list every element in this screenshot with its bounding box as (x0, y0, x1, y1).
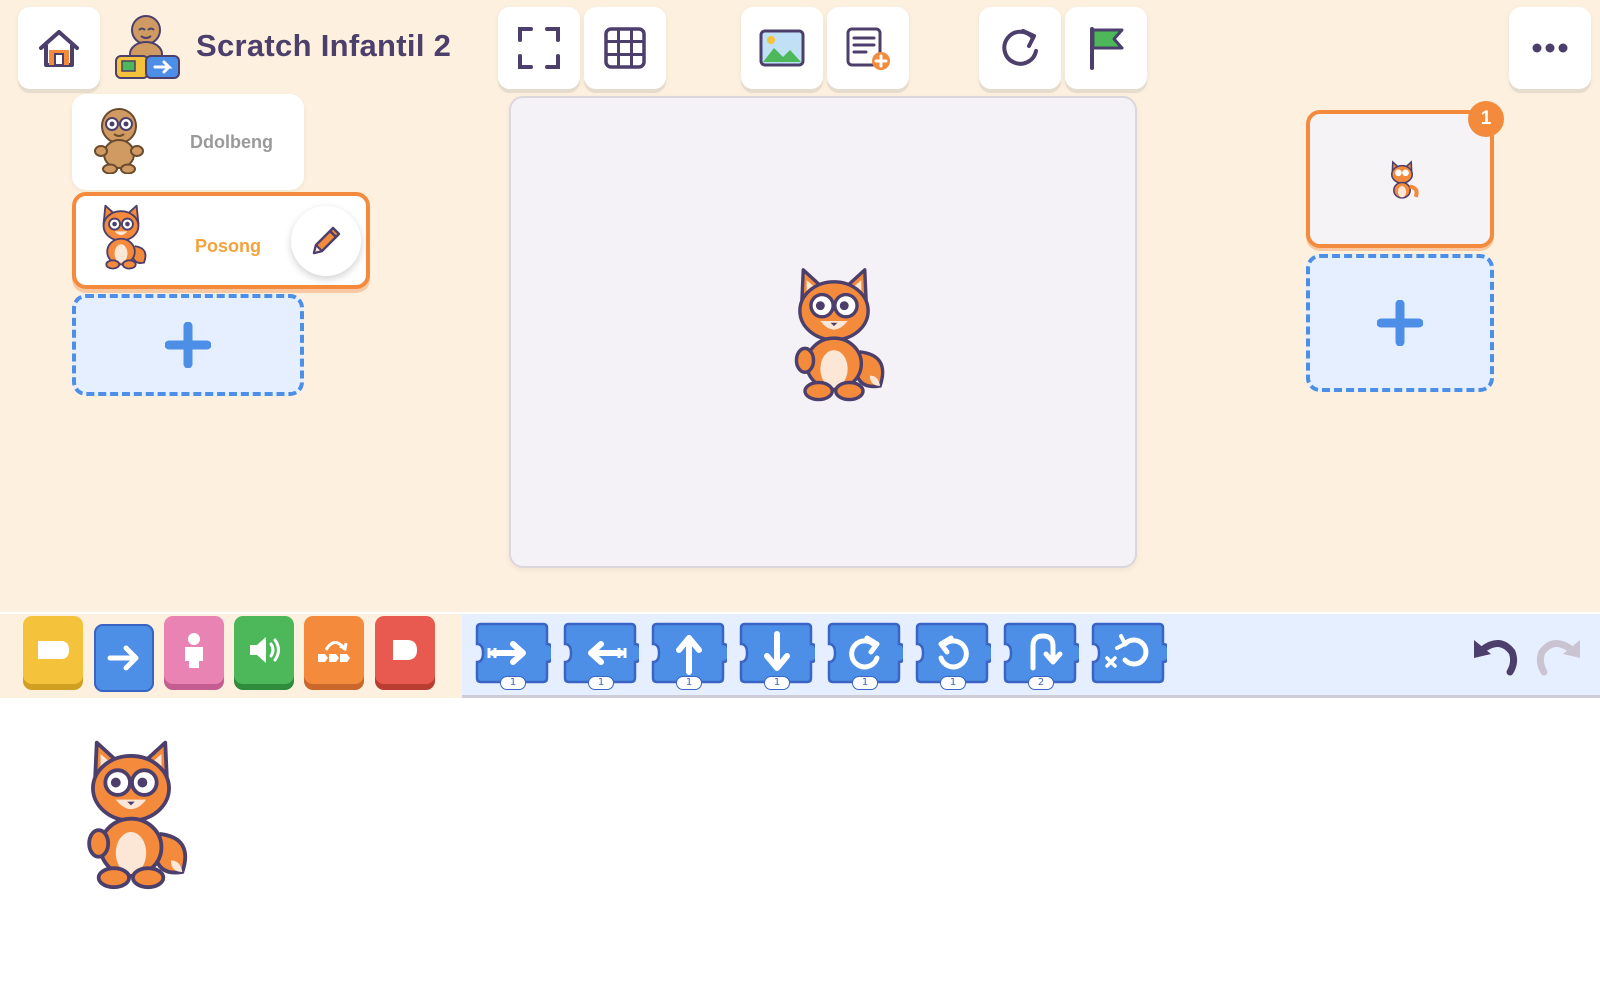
sprite-item-posong[interactable]: Posong (72, 192, 370, 289)
more-options-button[interactable] (1509, 7, 1591, 89)
block-turn-right[interactable]: 1 (827, 620, 903, 690)
speaker-icon (250, 637, 280, 663)
stage-canvas[interactable] (509, 96, 1137, 568)
app-logo-icon (115, 15, 180, 79)
sprite-name: Ddolbeng (190, 132, 273, 152)
block-move-left[interactable]: 1 (563, 620, 639, 690)
person-icon (185, 633, 203, 668)
grid-button[interactable] (584, 7, 666, 89)
home-button[interactable] (18, 7, 100, 89)
block-go-home[interactable] (1091, 620, 1167, 690)
undo-icon (1474, 640, 1518, 676)
block-value[interactable]: 1 (588, 676, 614, 690)
block-value[interactable]: 1 (852, 676, 878, 690)
posong-sprite-icon (102, 204, 147, 270)
plus-icon (1377, 300, 1423, 346)
grid-icon (604, 27, 646, 69)
block-value[interactable]: 1 (500, 676, 526, 690)
category-end[interactable] (375, 616, 435, 684)
green-flag-button[interactable] (1065, 7, 1147, 89)
fullscreen-icon (518, 27, 560, 69)
page-number-badge: 1 (1468, 101, 1504, 137)
sprite-item-ddolbeng[interactable]: Ddolbeng (72, 94, 304, 190)
text-add-icon (846, 27, 890, 70)
block-value[interactable]: 1 (676, 676, 702, 690)
fullscreen-button[interactable] (498, 7, 580, 89)
block-move-right[interactable]: 1 (475, 620, 551, 690)
block-move-up[interactable]: 1 (651, 620, 727, 690)
trigger-icon (38, 641, 69, 659)
redo-button[interactable] (1532, 626, 1588, 682)
category-sound[interactable] (234, 616, 294, 684)
page-preview-sprite-icon (1390, 160, 1419, 199)
pencil-icon (312, 226, 341, 255)
block-turn-left[interactable]: 1 (915, 620, 991, 690)
block-value[interactable]: 2 (1028, 676, 1054, 690)
category-bar (0, 614, 462, 698)
script-area[interactable] (0, 701, 1600, 1000)
plus-icon (165, 322, 211, 368)
refresh-icon (1002, 29, 1038, 66)
editor-top-area: Scratch Infantil 2 Ddolbeng Posong 1 (0, 0, 1600, 612)
posong-stage-sprite[interactable] (781, 263, 887, 403)
category-looks[interactable] (164, 616, 224, 684)
flag-icon (1090, 27, 1124, 70)
end-icon (393, 640, 417, 660)
app-title: Scratch Infantil 2 (196, 28, 452, 63)
category-motion[interactable] (94, 624, 154, 692)
block-palette: 1 1 1 1 1 1 2 (0, 614, 1600, 698)
category-control[interactable] (304, 616, 364, 684)
block-value[interactable]: 1 (940, 676, 966, 690)
ddolbeng-sprite-icon (94, 108, 144, 174)
category-triggers[interactable] (23, 616, 83, 684)
redo-icon (1536, 640, 1580, 676)
add-page-button[interactable] (1306, 254, 1494, 392)
page-thumbnail[interactable] (1306, 110, 1494, 248)
background-button[interactable] (741, 7, 823, 89)
arrow-right-icon (107, 645, 139, 671)
block-value[interactable]: 1 (764, 676, 790, 690)
reset-button[interactable] (979, 7, 1061, 89)
home-icon (39, 30, 79, 67)
control-icon (318, 641, 350, 662)
ellipsis-icon (1532, 43, 1568, 53)
sprite-name: Posong (195, 236, 261, 256)
edit-sprite-button[interactable] (291, 206, 361, 276)
posong-script-sprite-icon (87, 740, 188, 890)
image-icon (759, 29, 805, 67)
block-move-down[interactable]: 1 (739, 620, 815, 690)
go-home-icon (1091, 622, 1167, 684)
add-text-button[interactable] (827, 7, 909, 89)
block-hop[interactable]: 2 (1003, 620, 1079, 690)
add-sprite-button[interactable] (72, 294, 304, 396)
undo-button[interactable] (1466, 626, 1522, 682)
